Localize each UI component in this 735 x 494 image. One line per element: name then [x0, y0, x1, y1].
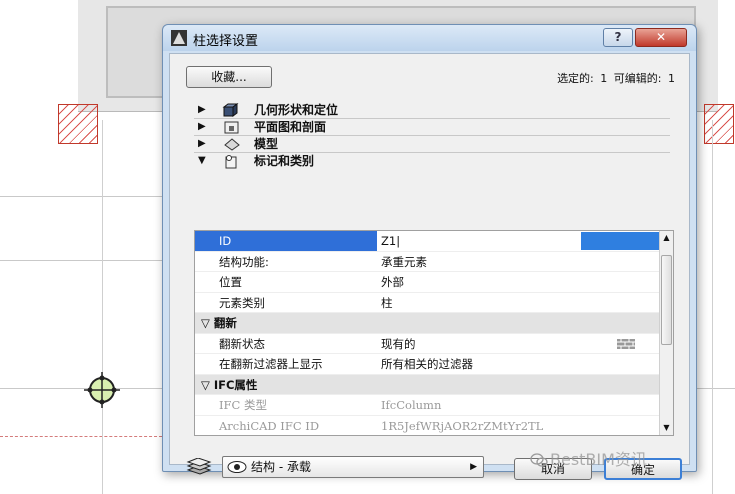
- close-button[interactable]: ✕: [635, 28, 687, 47]
- tag-icon: [225, 155, 237, 169]
- eye-icon: [227, 461, 247, 473]
- property-key: ArchiCAD IFC ID: [219, 418, 320, 433]
- layers-icon: [186, 458, 212, 475]
- collapsed-arrow-icon: ▶: [198, 104, 206, 115]
- editable-label: 可编辑的:: [613, 72, 662, 85]
- cube-icon: [222, 103, 239, 117]
- vertical-grid-line: [712, 120, 713, 494]
- properties-grid-body: ID Z1| 结构功能: 承重元素 位置 外部 元素类别 柱 ▽ 翻新 翻新状态…: [195, 231, 661, 435]
- layer-select-value: 结构 - 承载: [251, 460, 311, 474]
- property-key: 位置: [219, 275, 242, 289]
- vertical-grid-line: [102, 120, 103, 494]
- id-input[interactable]: Z1|: [381, 231, 400, 251]
- section-label: 几何形状和定位: [254, 103, 339, 117]
- collapsed-arrow-icon: ▶: [198, 138, 206, 149]
- property-value[interactable]: 外部: [381, 272, 404, 292]
- settings-sections: ▶ 几何形状和定位 ▶ 平面图和剖面 ▶ 模型 ▼ 标记和类别: [194, 102, 670, 177]
- renovation-header-text: 翻新: [213, 316, 237, 330]
- dialog-title: 柱选择设置: [193, 34, 259, 49]
- table-row[interactable]: 翻新状态 现有的: [195, 333, 661, 354]
- section-floor-plan-section[interactable]: ▶ 平面图和剖面: [194, 119, 670, 136]
- group-header-label: ▽ 翻新: [201, 313, 237, 333]
- help-button[interactable]: ?: [603, 28, 633, 47]
- expanded-triangle-icon: ▽: [201, 316, 214, 330]
- watermark: BestBIM资讯: [530, 446, 647, 470]
- property-key: 元素类别: [219, 295, 265, 310]
- vertical-scrollbar[interactable]: ▲ ▼: [659, 231, 673, 435]
- archicad-app-icon: [171, 30, 187, 46]
- selection-info: 选定的: 1 可编辑的: 1: [554, 70, 675, 86]
- scroll-thumb[interactable]: [661, 255, 672, 345]
- chevron-right-icon: ▶: [470, 462, 477, 472]
- property-key: 在翻新过滤器上显示: [219, 357, 323, 371]
- hatched-column-left: [58, 104, 98, 144]
- floor-plan-icon: [224, 121, 239, 134]
- layer-select[interactable]: 结构 - 承载 ▶: [222, 456, 484, 478]
- table-row: ArchiCAD IFC ID 1R5JefWRjAOR2rZMtYr2TL: [195, 415, 661, 435]
- property-key: IFC 类型: [219, 398, 267, 412]
- selected-label: 选定的:: [557, 72, 594, 85]
- table-row[interactable]: 结构功能: 承重元素: [195, 251, 661, 272]
- section-model[interactable]: ▶ 模型: [194, 136, 670, 153]
- section-label: 标记和类别: [254, 154, 315, 168]
- dashed-axis-line: [0, 436, 162, 437]
- scroll-down-arrow-icon[interactable]: ▼: [660, 421, 673, 435]
- selected-column-marker[interactable]: [84, 372, 120, 408]
- selection-highlight: [581, 232, 659, 250]
- property-value[interactable]: 现有的: [381, 334, 416, 354]
- table-row-id[interactable]: ID Z1|: [195, 231, 661, 252]
- section-label: 模型: [254, 137, 279, 151]
- selected-count: 1: [600, 72, 608, 85]
- property-value: 1R5JefWRjAOR2rZMtYr2TL: [381, 418, 544, 433]
- scroll-up-arrow-icon[interactable]: ▲: [660, 231, 673, 245]
- property-value[interactable]: 所有相关的过滤器: [381, 354, 473, 374]
- property-key: 翻新状态: [219, 336, 265, 351]
- watermark-text: BestBIM资讯: [550, 450, 647, 469]
- renovation-pattern-icon: [617, 338, 635, 349]
- hatched-column-right: [704, 104, 734, 144]
- title-bar[interactable]: 柱选择设置 ? ✕: [163, 25, 696, 51]
- table-row[interactable]: 位置 外部: [195, 272, 661, 293]
- section-tags-categories[interactable]: ▼ 标记和类别: [194, 153, 670, 177]
- section-geometry-positioning[interactable]: ▶ 几何形状和定位: [194, 102, 670, 119]
- favorites-button[interactable]: 收藏...: [186, 66, 272, 88]
- expanded-arrow-icon: ▼: [198, 155, 206, 166]
- table-row[interactable]: 元素类别 柱: [195, 292, 661, 313]
- properties-grid: ID Z1| 结构功能: 承重元素 位置 外部 元素类别 柱 ▽ 翻新 翻新状态…: [194, 230, 674, 436]
- wechat-icon: [530, 453, 548, 467]
- grid-line: [0, 196, 162, 197]
- column-selection-settings-dialog: 柱选择设置 ? ✕ 收藏... 选定的: 1 可编辑的: 1 ▶ 几何形状和定位…: [162, 24, 697, 480]
- dialog-body: 收藏... 选定的: 1 可编辑的: 1 ▶ 几何形状和定位 ▶ 平面图和剖面 …: [169, 53, 690, 480]
- ifc-header-text: IFC属性: [213, 377, 258, 392]
- section-label: 平面图和剖面: [254, 120, 327, 134]
- model-icon: [224, 138, 240, 151]
- grid-line: [0, 260, 162, 261]
- property-value[interactable]: 柱: [381, 293, 393, 313]
- group-header-ifc[interactable]: ▽ IFC属性: [195, 374, 661, 395]
- collapsed-arrow-icon: ▶: [198, 121, 206, 132]
- property-key: ID: [195, 231, 377, 251]
- table-row[interactable]: 在翻新过滤器上显示 所有相关的过滤器: [195, 354, 661, 375]
- expanded-triangle-icon: ▽: [201, 377, 214, 392]
- group-header-label: ▽ IFC属性: [201, 375, 257, 395]
- editable-count: 1: [668, 72, 675, 85]
- group-header-renovation[interactable]: ▽ 翻新: [195, 313, 661, 334]
- table-row: IFC 类型 IfcColumn: [195, 395, 661, 416]
- property-key: 结构功能:: [219, 254, 269, 269]
- property-value[interactable]: 承重元素: [381, 252, 427, 272]
- property-value: IfcColumn: [381, 398, 442, 412]
